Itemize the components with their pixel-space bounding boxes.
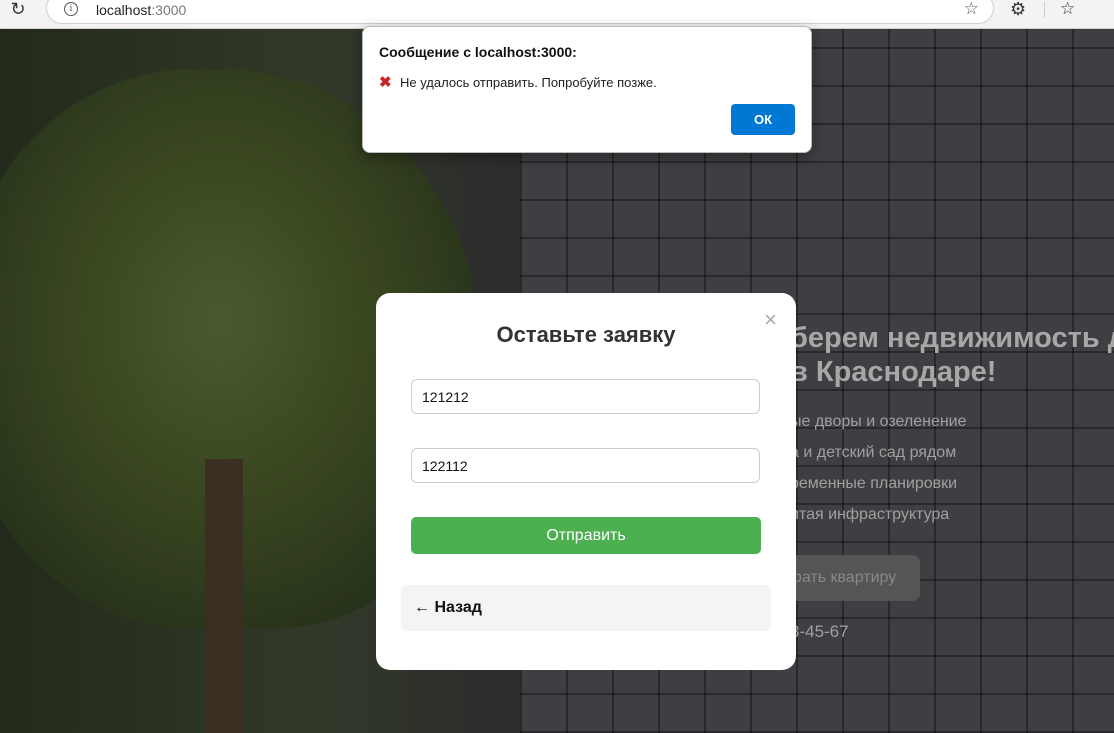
feature-item: ременные планировки xyxy=(790,475,958,492)
alert-dialog: Сообщение с localhost:3000: ✖ Не удалось … xyxy=(362,26,812,153)
hero-title: берем недвижимость д в Краснодаре! xyxy=(790,321,1114,389)
alert-message: Не удалось отправить. Попробуйте позже. xyxy=(400,75,657,90)
tree-trunk xyxy=(205,459,243,733)
ok-button[interactable]: ОК xyxy=(731,104,795,135)
error-x-icon: ✖ xyxy=(379,74,392,91)
extensions-icon[interactable]: ⚙ xyxy=(1010,0,1026,20)
hero-title-line1: берем недвижимость д xyxy=(790,322,1114,354)
alert-title: Сообщение с localhost:3000: xyxy=(379,44,577,60)
request-modal: × Оставьте заявку Отправить ← Назад xyxy=(376,293,796,670)
feature-item: а и детский сад рядом xyxy=(790,444,957,461)
feature-item: ые дворы и озеленение xyxy=(790,413,967,430)
submit-button[interactable]: Отправить xyxy=(411,517,761,554)
feature-item: итая инфраструктура xyxy=(790,506,950,523)
site-info-icon[interactable]: i xyxy=(64,2,78,16)
modal-title: Оставьте заявку xyxy=(496,322,676,347)
reload-icon[interactable]: ↻ xyxy=(8,0,28,20)
name-field[interactable] xyxy=(411,379,760,414)
hero-title-line2: в Краснодаре! xyxy=(790,356,997,388)
url-port: :3000 xyxy=(151,2,187,18)
toolbar-divider xyxy=(1044,2,1045,18)
hero-phone: 3-45-67 xyxy=(790,622,849,641)
favorites-icon[interactable]: ☆ xyxy=(1060,0,1075,19)
url-host: localhost xyxy=(96,2,152,18)
phone-field[interactable] xyxy=(411,448,760,483)
bookmark-star-icon[interactable]: ☆ xyxy=(964,0,979,19)
hero-features: ые дворы и озеленение а и детский сад ря… xyxy=(790,412,967,536)
url-text: localhost:3000 xyxy=(96,2,186,18)
alert-message-row: ✖ Не удалось отправить. Попробуйте позже. xyxy=(379,73,657,91)
back-button[interactable]: ← Назад xyxy=(401,585,771,631)
address-bar[interactable]: i localhost:3000 ☆ xyxy=(46,0,994,24)
browser-toolbar: ↻ i localhost:3000 ☆ ⚙ ☆ xyxy=(0,0,1114,29)
